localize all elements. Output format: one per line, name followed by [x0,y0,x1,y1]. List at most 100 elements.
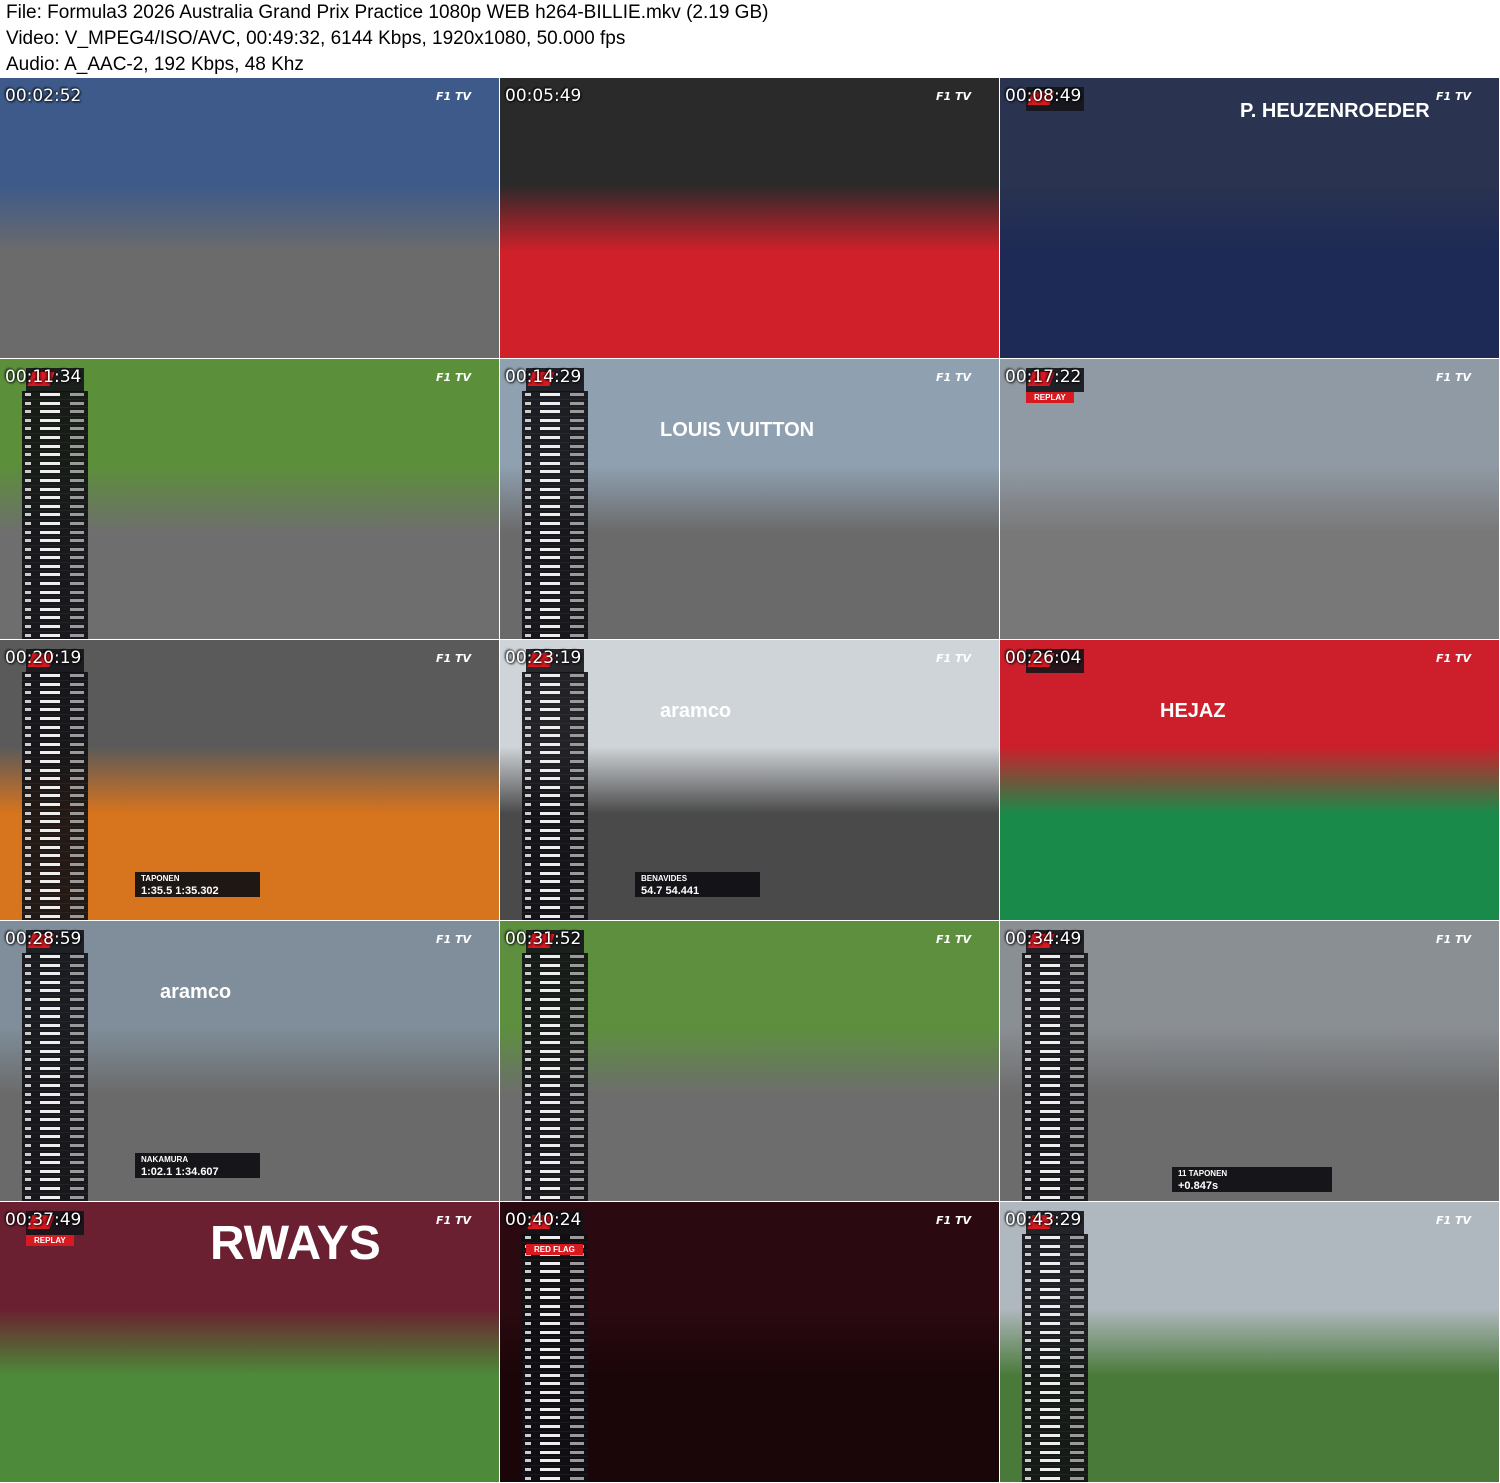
tower-row [522,979,588,988]
tower-row [522,1260,588,1269]
tower-row [522,1320,588,1329]
tower-row [522,672,588,681]
timestamp: 00:02:52 [5,86,82,106]
tower-row [522,1389,588,1398]
tower-row [22,749,88,758]
tower-row [522,1372,588,1381]
tower-row [522,895,588,905]
tower-row [22,632,88,639]
tower-row [522,468,588,477]
tower-row [522,606,588,615]
tower-row [522,614,588,624]
tower-row [522,1168,588,1177]
tower-row [22,614,88,624]
lap-time: 54.7 54.441 [641,885,700,897]
tower-row [522,1022,588,1031]
tower-row [522,1194,588,1201]
tower-row [1022,1065,1088,1074]
tower-row [22,724,88,733]
tower-row [22,1176,88,1186]
tower-row [522,1363,588,1372]
tower-row [1022,970,1088,979]
f1tv-logo: F1 TV [435,1214,471,1227]
thumbnail-4: 00:11:34 F1 TV [0,359,499,639]
tower-row [1022,1091,1088,1100]
tower-row [522,1176,588,1186]
tower-row [522,1142,588,1151]
tower-row [22,835,88,844]
tower-row [22,1194,88,1201]
signage-text: aramco [160,981,232,1003]
replay-label: REPLAY [26,1235,74,1246]
tower-row [22,1159,88,1168]
driver-timing-box: BENAVIDES 54.7 54.441 [635,872,760,897]
timing-tower [22,391,88,639]
tower-row [522,681,588,690]
tower-row [22,870,88,879]
tower-row [22,494,88,503]
tower-row [1022,1457,1088,1467]
tower-row [522,400,588,409]
tower-row [1022,1449,1088,1458]
thumbnail-9: 00:26:04 F1 TV HEJAZ [1000,640,1499,920]
tower-row [22,767,88,776]
tower-row [1022,953,1088,962]
tower-row [1022,996,1088,1005]
tower-row [522,391,588,400]
tower-row [22,827,88,836]
tower-row [22,1048,88,1057]
signage-text: P. HEUZENROEDER [1240,100,1430,122]
lap-time: 1:35.5 1:35.302 [141,885,219,897]
thumbnail-5: 00:14:29 F1 TV LOUIS VUITTON [500,359,999,639]
tower-row [522,1065,588,1074]
tower-row [522,706,588,715]
tower-row [1022,1005,1088,1014]
tower-row [522,1449,588,1458]
tower-row [22,741,88,750]
timing-tower [1022,953,1088,1201]
tower-row [22,1039,88,1048]
tower-row [1022,1389,1088,1398]
tower-row [22,1030,88,1039]
thumbnail-3: 00:08:49 F1 TV P. HEUZENROEDER [1000,78,1499,358]
tower-row [22,672,88,681]
tower-row [1022,1260,1088,1269]
tower-row [522,1423,588,1432]
f1tv-logo: F1 TV [935,371,971,384]
tower-row [1022,1048,1088,1057]
tower-row [522,580,588,589]
tower-row [522,434,588,443]
tower-row [22,546,88,555]
tower-row [22,580,88,589]
tower-row [22,597,88,606]
lap-time: +0.847s [1178,1180,1219,1192]
f1tv-logo: F1 TV [435,371,471,384]
tower-row [522,589,588,598]
tower-row [522,732,588,741]
tower-row [522,417,588,426]
tower-row [22,1022,88,1031]
tower-row [22,511,88,520]
tower-row [22,468,88,477]
tower-row [22,417,88,426]
tower-row [522,1432,588,1441]
tower-row [22,1116,88,1125]
tower-row [1022,1346,1088,1355]
tower-row [22,1125,88,1134]
tower-row [522,835,588,844]
tower-row [22,878,88,887]
thumbnail-13: 00:37:49 F1 TV REPLAY RWAYS [0,1202,499,1482]
tower-row [22,913,88,920]
thumbnail-7: 00:20:19 F1 TV TAPONEN 1:35.5 1:35.302 [0,640,499,920]
thumbnail-15: 00:43:29 F1 TV [1000,1202,1499,1482]
tower-row [522,563,588,572]
tower-row [1022,1073,1088,1082]
tower-row [22,443,88,452]
tower-row [522,827,588,836]
tower-row [1022,1142,1088,1151]
tower-row [22,818,88,827]
tower-row [522,408,588,417]
tower-row [1022,1372,1088,1381]
tower-row [1022,1475,1088,1482]
tower-row [22,792,88,801]
